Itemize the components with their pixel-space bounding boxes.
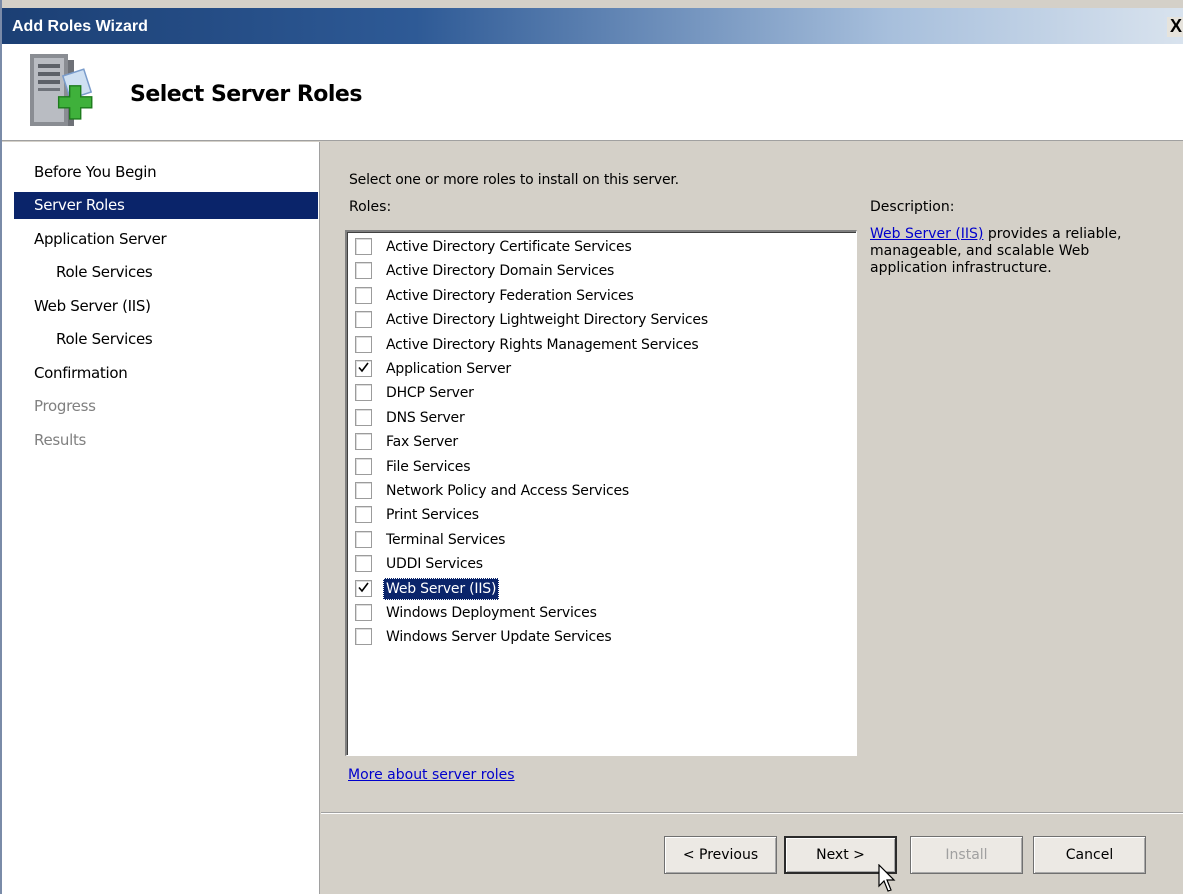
instruction-text: Select one or more roles to install on t… (349, 172, 679, 188)
role-label[interactable]: Fax Server (383, 431, 461, 453)
nav-step-web-server-iis[interactable]: Web Server (IIS) (14, 293, 318, 320)
nav-step-server-roles[interactable]: Server Roles (14, 192, 318, 219)
role-checkbox[interactable] (355, 604, 372, 621)
checkmark-icon (358, 362, 369, 373)
role-description: Web Server (IIS) provides a reliable, ma… (870, 226, 1170, 277)
nav-step-confirmation[interactable]: Confirmation (14, 360, 318, 387)
role-checkbox[interactable] (355, 555, 372, 573)
page-title: Select Server Roles (130, 82, 362, 107)
role-row[interactable]: Print Services (353, 503, 853, 527)
server-add-icon (30, 54, 93, 126)
previous-button[interactable]: < Previous (664, 836, 777, 874)
role-checkbox[interactable] (355, 579, 372, 597)
role-label[interactable]: Terminal Services (383, 529, 508, 551)
role-row[interactable]: Active Directory Domain Services (353, 259, 853, 283)
role-checkbox[interactable] (355, 335, 372, 353)
roles-list[interactable]: Active Directory Certificate Services Act… (345, 230, 857, 756)
install-button: Install (910, 836, 1023, 874)
role-row[interactable]: Active Directory Lightweight Directory S… (353, 308, 853, 332)
role-checkbox[interactable] (355, 311, 372, 329)
role-checkbox[interactable] (355, 262, 372, 280)
title-bar[interactable]: Add Roles Wizard X (2, 8, 1183, 44)
nav-step-before-you-begin[interactable]: Before You Begin (14, 159, 318, 186)
role-label[interactable]: Windows Deployment Services (383, 602, 600, 624)
role-label[interactable]: File Services (383, 456, 473, 478)
mouse-pointer-icon (878, 864, 896, 892)
role-checkbox[interactable] (355, 408, 372, 426)
more-about-server-roles-link[interactable]: More about server roles (348, 767, 515, 783)
role-checkbox[interactable] (355, 628, 372, 646)
role-label[interactable]: DHCP Server (383, 382, 477, 404)
nav-step-application-server[interactable]: Application Server (14, 226, 318, 253)
role-checkbox[interactable] (355, 384, 372, 402)
window-title: Add Roles Wizard (12, 18, 148, 35)
role-label[interactable]: DNS Server (383, 407, 468, 429)
role-label[interactable]: Active Directory Lightweight Directory S… (383, 309, 711, 331)
nav-step-application-server-role-services[interactable]: Role Services (14, 259, 318, 286)
role-label[interactable]: Active Directory Domain Services (383, 260, 617, 282)
cancel-button[interactable]: Cancel (1033, 836, 1146, 874)
role-checkbox[interactable] (355, 360, 372, 377)
nav-step-results: Results (34, 431, 87, 449)
footer-divider (321, 812, 1183, 814)
role-row[interactable]: Network Policy and Access Services (353, 479, 853, 503)
wizard-step-nav: Before You Begin Server Roles Applicatio… (2, 142, 320, 894)
nav-step-progress: Progress (34, 397, 96, 415)
role-row[interactable]: Application Server (353, 357, 853, 381)
role-row[interactable]: Active Directory Certificate Services (353, 235, 853, 259)
role-label[interactable]: Active Directory Federation Services (383, 285, 637, 307)
role-checkbox[interactable] (355, 506, 372, 524)
description-label: Description: (870, 199, 955, 215)
role-row[interactable]: Windows Deployment Services (353, 601, 853, 625)
wizard-header: Select Server Roles (2, 44, 1183, 141)
role-label[interactable]: Print Services (383, 504, 482, 526)
role-checkbox[interactable] (355, 482, 372, 499)
role-label[interactable]: Windows Server Update Services (383, 626, 615, 648)
description-role-link[interactable]: Web Server (IIS) (870, 226, 983, 242)
role-row[interactable]: Active Directory Rights Management Servi… (353, 333, 853, 357)
add-roles-wizard-window: Add Roles Wizard X Select Server Roles B… (0, 0, 1183, 894)
role-label[interactable]: Web Server (IIS) (383, 577, 500, 600)
role-checkbox[interactable] (355, 530, 372, 548)
role-checkbox[interactable] (355, 238, 372, 255)
role-checkbox[interactable] (355, 286, 372, 304)
nav-step-web-server-role-services[interactable]: Role Services (14, 326, 318, 353)
roles-label: Roles: (349, 199, 392, 215)
close-icon[interactable]: X (1167, 17, 1183, 37)
role-row[interactable]: Active Directory Federation Services (353, 284, 853, 308)
role-row[interactable]: Windows Server Update Services (353, 625, 853, 649)
role-label[interactable]: Network Policy and Access Services (383, 480, 632, 502)
role-row[interactable]: DHCP Server (353, 381, 853, 405)
main-content: Select one or more roles to install on t… (321, 142, 1183, 894)
role-row[interactable]: File Services (353, 455, 853, 479)
role-label[interactable]: Application Server (383, 358, 514, 380)
role-label[interactable]: UDDI Services (383, 553, 486, 575)
role-label[interactable]: Active Directory Rights Management Servi… (383, 334, 701, 356)
checkmark-icon (358, 582, 369, 592)
role-row[interactable]: Terminal Services (353, 528, 853, 552)
role-row[interactable]: Web Server (IIS) (353, 577, 853, 601)
role-label[interactable]: Active Directory Certificate Services (383, 236, 635, 258)
role-row[interactable]: Fax Server (353, 430, 853, 454)
role-row[interactable]: UDDI Services (353, 552, 853, 576)
role-checkbox[interactable] (355, 457, 372, 475)
role-row[interactable]: DNS Server (353, 406, 853, 430)
role-checkbox[interactable] (355, 433, 372, 451)
